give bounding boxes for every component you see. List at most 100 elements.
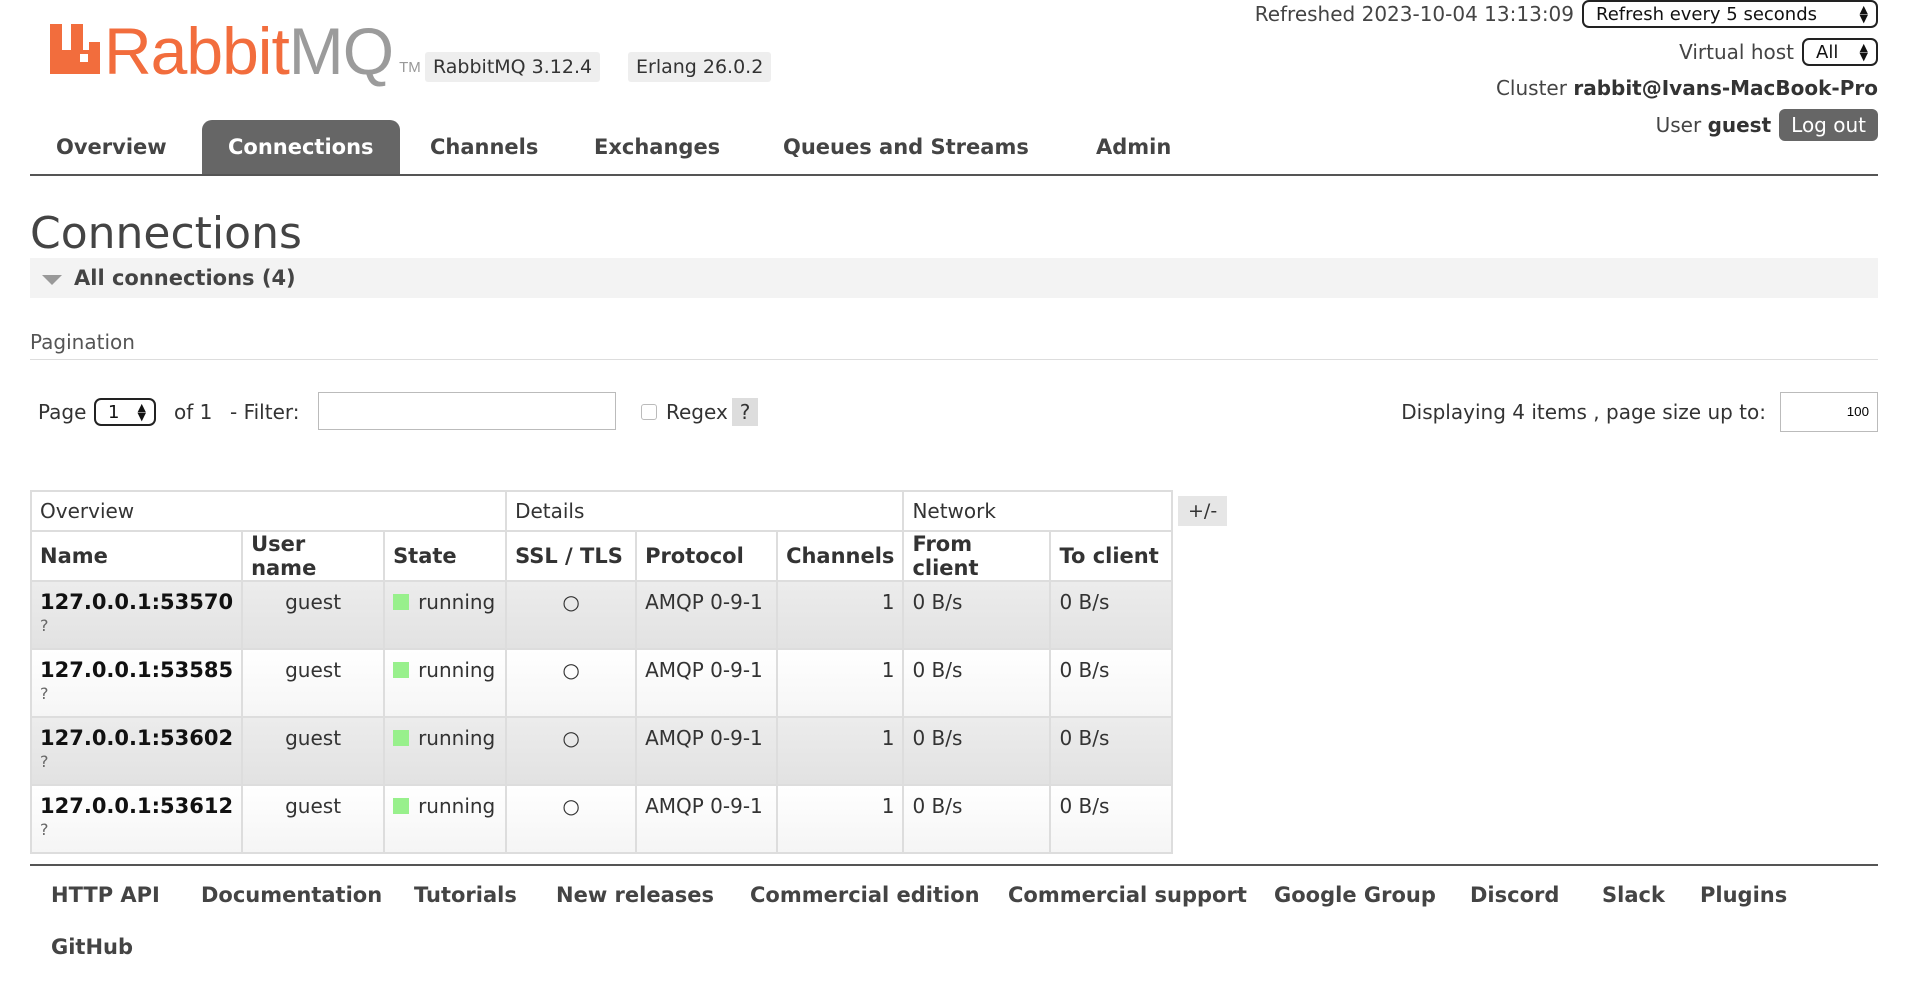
user-name-cell: guest [241,784,386,854]
page-select-value: 1 [108,401,120,423]
refresh-interval-select[interactable]: Refresh every 5 seconds ▲ ▼ [1582,0,1878,28]
section-title: All connections (4) [74,266,296,290]
column-header-to-client[interactable]: To client [1049,530,1174,582]
column-toggle-button[interactable]: +/- [1178,496,1228,526]
virtual-host-select[interactable]: All ▲ ▼ [1802,38,1878,66]
column-header-name[interactable]: Name [29,530,244,582]
displaying-items-text: Displaying 4 items , page size up to: [1401,400,1766,424]
state-running-indicator [393,730,410,746]
user-name-cell: guest [241,716,386,786]
protocol-cell: AMQP 0-9-1 [635,784,779,854]
all-connections-section-toggle[interactable]: All connections (4) [30,258,1878,298]
protocol-cell: AMQP 0-9-1 [635,648,779,718]
state-text: running [418,726,496,750]
column-header-ssl-tls[interactable]: SSL / TLS [505,530,638,582]
footer-link-documentation[interactable]: Documentation [201,870,382,920]
regex-label: Regex [666,400,728,424]
column-header-protocol[interactable]: Protocol [635,530,779,582]
from-client-cell: 0 B/s [902,784,1052,854]
column-header-from-client[interactable]: From client [902,530,1052,582]
tab-connections[interactable]: Connections [202,120,400,174]
select-arrows-icon: ▲ ▼ [1859,41,1868,63]
from-client-cell: 0 B/s [902,648,1052,718]
tab-admin[interactable]: Admin [1070,120,1197,174]
pagination-divider [30,359,1878,360]
regex-checkbox[interactable] [641,404,657,420]
footer-link-github[interactable]: GitHub [51,922,133,972]
state-text: running [418,658,496,682]
pagination-controls: Page 1 ▲ ▼ of 1 - Filter: Regex ? Display… [38,392,1878,432]
logo-wordmark: RabbitMQ [104,14,394,88]
state-running-indicator [393,662,410,678]
channels-cell: 1 [776,716,905,786]
footer-divider [30,864,1878,866]
state-cell: running [383,648,508,718]
ssl-tls-cell: ○ [505,580,638,650]
connection-name-link[interactable]: 127.0.0.1:53612 [40,794,233,818]
page-label: Page [38,400,87,424]
rabbitmq-version-badge: RabbitMQ 3.12.4 [425,52,601,82]
state-text: running [418,590,496,614]
connection-name-link[interactable]: 127.0.0.1:53570 [40,590,233,614]
page-select[interactable]: 1 ▲ ▼ [94,398,156,426]
refreshed-timestamp: Refreshed 2023-10-04 13:13:09 [1254,2,1574,26]
tab-exchanges[interactable]: Exchanges [568,120,746,174]
footer-link-plugins[interactable]: Plugins [1700,870,1787,920]
footer-link-discord[interactable]: Discord [1470,870,1559,920]
regex-help-icon[interactable]: ? [732,398,758,426]
protocol-cell: AMQP 0-9-1 [635,580,779,650]
rabbitmq-management-page: RabbitMQ TM RabbitMQ 3.12.4 Erlang 26.0.… [0,0,1908,984]
rabbit-logo-icon [50,24,100,74]
group-header-details: Details [505,490,905,532]
table-row: 127.0.0.1:53570? guest running ○ AMQP 0-… [29,580,1174,650]
collapse-triangle-icon [42,275,62,285]
logo-trademark: TM [399,59,421,76]
protocol-cell: AMQP 0-9-1 [635,716,779,786]
footer-link-commercial-edition[interactable]: Commercial edition [750,870,980,920]
to-client-cell: 0 B/s [1049,784,1174,854]
erlang-version-badge: Erlang 26.0.2 [628,52,772,82]
footer-link-commercial-support[interactable]: Commercial support [1008,870,1247,920]
group-header-network: Network [902,490,1174,532]
main-nav-tabs: Overview Connections Channels Exchanges … [30,120,1878,176]
column-header-user-name[interactable]: User name [241,530,386,582]
select-arrows-icon: ▲ ▼ [1859,3,1868,25]
tab-overview[interactable]: Overview [30,120,193,174]
footer-link-slack[interactable]: Slack [1602,870,1665,920]
connections-table: Overview Details Network Name User name … [29,490,1174,854]
footer-link-new-releases[interactable]: New releases [556,870,714,920]
channels-cell: 1 [776,648,905,718]
group-header-overview: Overview [29,490,508,532]
state-running-indicator [393,798,410,814]
pagination-heading: Pagination [30,330,135,354]
filter-input[interactable] [318,392,616,430]
connection-name-link[interactable]: 127.0.0.1:53602 [40,726,233,750]
column-header-state[interactable]: State [383,530,508,582]
ssl-tls-cell: ○ [505,784,638,854]
table-row: 127.0.0.1:53585? guest running ○ AMQP 0-… [29,648,1174,718]
footer-link-tutorials[interactable]: Tutorials [414,870,517,920]
from-client-cell: 0 B/s [902,580,1052,650]
connection-name-link[interactable]: 127.0.0.1:53585 [40,658,233,682]
page-count: of 1 [174,400,213,424]
state-cell: running [383,580,508,650]
table-row: 127.0.0.1:53612? guest running ○ AMQP 0-… [29,784,1174,854]
virtual-host-label: Virtual host [1679,40,1794,64]
select-arrows-icon: ▲ ▼ [137,401,146,423]
connection-client-unknown: ? [40,752,49,771]
column-header-channels[interactable]: Channels [776,530,905,582]
footer-link-google-group[interactable]: Google Group [1274,870,1436,920]
connection-client-unknown: ? [40,820,49,839]
footer-link-http-api[interactable]: HTTP API [51,870,160,920]
channels-cell: 1 [776,580,905,650]
tab-queues-and-streams[interactable]: Queues and Streams [757,120,1055,174]
to-client-cell: 0 B/s [1049,648,1174,718]
tab-channels[interactable]: Channels [404,120,564,174]
table-row: 127.0.0.1:53602? guest running ○ AMQP 0-… [29,716,1174,786]
rabbitmq-logo[interactable]: RabbitMQ TM [50,18,421,84]
ssl-tls-cell: ○ [505,716,638,786]
connection-client-unknown: ? [40,616,49,635]
state-cell: running [383,784,508,854]
page-size-input[interactable] [1780,392,1878,432]
cluster-label: Cluster [1495,76,1567,100]
